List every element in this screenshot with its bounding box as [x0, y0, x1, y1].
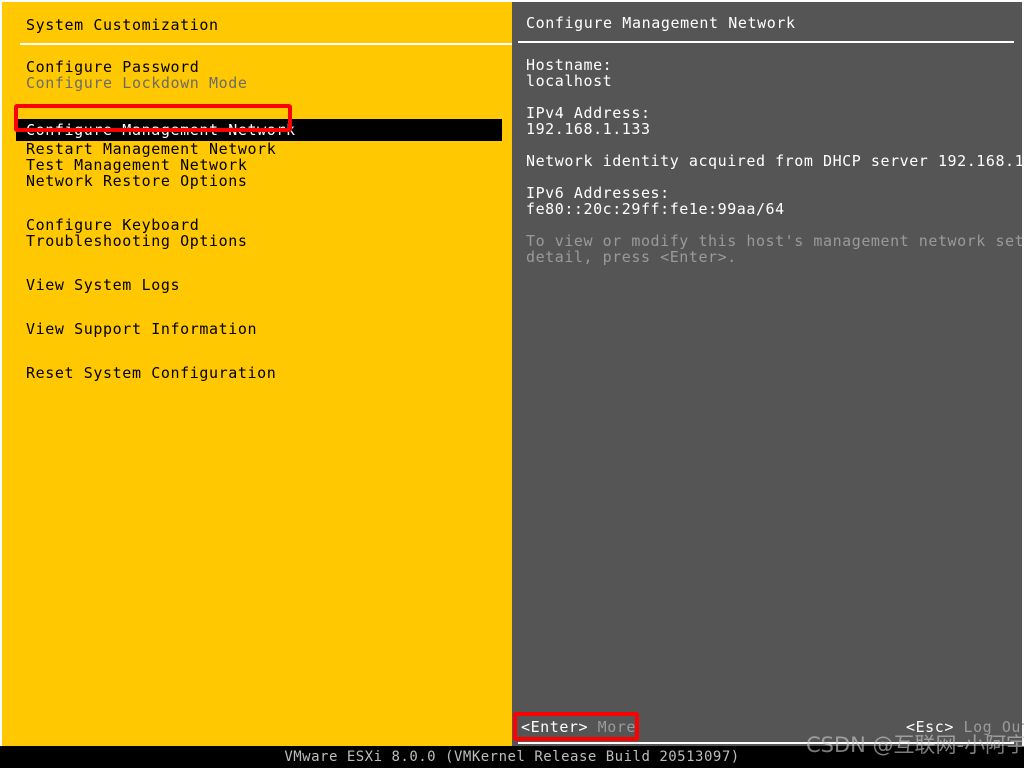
menu-item-label: Test Management Network: [26, 156, 248, 174]
menu-item-label: Troubleshooting Options: [26, 232, 248, 250]
menu-spacer: [6, 249, 518, 277]
menu-spacer: [6, 189, 518, 217]
menu-item-view-support-information[interactable]: View Support Information: [6, 321, 518, 337]
info-line: localhost: [526, 72, 613, 90]
info-line: fe80::20c:29ff:fe1e:99aa/64: [526, 200, 785, 218]
menu-item-configure-keyboard[interactable]: Configure Keyboard: [6, 217, 518, 233]
info-line: Hostname:: [526, 56, 613, 74]
info-hint-line: detail, press <Enter>.: [526, 248, 737, 266]
hotkey-esc-key: <Esc>: [906, 718, 954, 736]
menu-item-label: Restart Management Network: [26, 140, 277, 158]
version-string: VMware ESXi 8.0.0 (VMKernel Release Buil…: [284, 749, 740, 765]
menu-item-label: Reset System Configuration: [26, 364, 277, 382]
menu-item-label: View Support Information: [26, 320, 258, 338]
menu-item-reset-system-configuration[interactable]: Reset System Configuration: [6, 365, 518, 381]
menu-item-view-system-logs[interactable]: View System Logs: [6, 277, 518, 293]
hotkey-divider: [518, 742, 1014, 744]
annotation-box-configure-management-network: [14, 104, 292, 132]
details-panel-title: Configure Management Network: [526, 14, 796, 32]
menu-item-restart-management-network[interactable]: Restart Management Network: [6, 141, 518, 157]
menu-item-label: Configure Keyboard: [26, 216, 200, 234]
menu-item-configure-lockdown-mode: Configure Lockdown Mode: [6, 75, 518, 91]
details-panel-body: Hostname: localhost IPv4 Address: 192.168.1…: [526, 56, 1024, 266]
info-hint-line: To view or modify this host's management…: [526, 232, 1024, 250]
info-line: IPv4 Address:: [526, 104, 651, 122]
configure-management-network-details-panel: Configure Management Network Hostname: lo…: [512, 0, 1024, 746]
info-line: Network identity acquired from DHCP serv…: [526, 152, 1024, 170]
menu-item-label: Configure Password: [26, 58, 200, 76]
version-footer: VMware ESXi 8.0.0 (VMKernel Release Buil…: [0, 746, 1024, 768]
page-title: System Customization: [26, 16, 219, 34]
menu-spacer: [6, 293, 518, 321]
menu-item-network-restore-options[interactable]: Network Restore Options: [6, 173, 518, 189]
menu-spacer: [6, 337, 518, 365]
menu-item-test-management-network[interactable]: Test Management Network: [6, 157, 518, 173]
details-title-divider: [518, 41, 1014, 43]
menu-item-label: View System Logs: [26, 276, 181, 294]
hotkey-esc-action: Log Out: [963, 718, 1024, 736]
info-line: IPv6 Addresses:: [526, 184, 670, 202]
dcui-screen: System Customization Configure Password C…: [0, 0, 1024, 768]
menu-item-configure-password[interactable]: Configure Password: [6, 59, 518, 75]
system-customization-panel: System Customization Configure Password C…: [0, 0, 512, 746]
menu-item-label: Network Restore Options: [26, 172, 248, 190]
title-divider: [20, 43, 512, 45]
info-line: 192.168.1.133: [526, 120, 651, 138]
annotation-box-enter-more: [513, 712, 639, 741]
hotkey-esc-logout[interactable]: <Esc> Log Out: [906, 719, 1024, 735]
menu-item-troubleshooting-options[interactable]: Troubleshooting Options: [6, 233, 518, 249]
menu-item-label: Configure Lockdown Mode: [26, 74, 248, 92]
